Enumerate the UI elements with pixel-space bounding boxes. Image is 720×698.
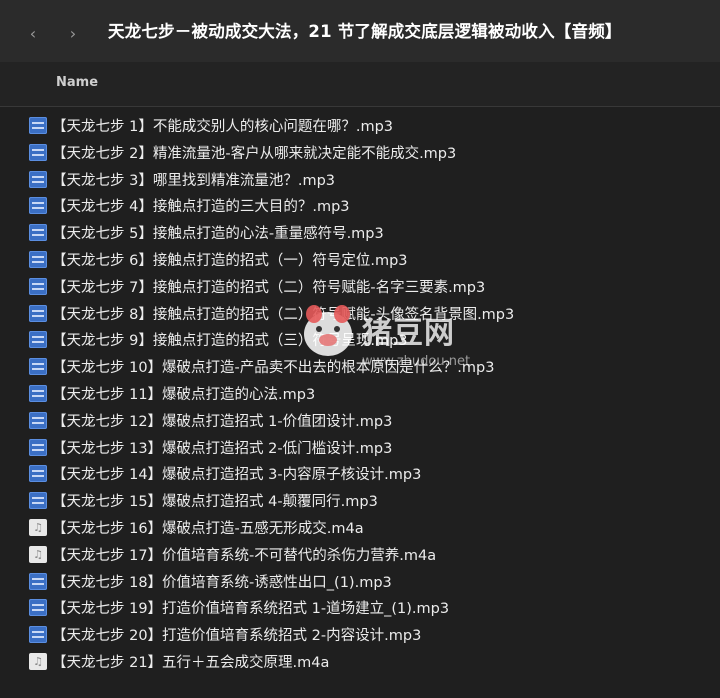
m4a-audio-file-icon: ♫ [29,545,47,563]
file-row[interactable]: 【天龙七步 2】精准流量池-客户从哪来就决定能不能成交.mp3 [0,139,720,166]
file-row[interactable]: 【天龙七步 5】接触点打造的心法-重量感符号.mp3 [0,219,720,246]
mp3-audio-file-icon [29,572,47,590]
file-row[interactable]: 【天龙七步 8】接触点打造的招式（二）符号赋能-头像签名背景图.mp3 [0,300,720,327]
file-name: 【天龙七步 5】接触点打造的心法-重量感符号.mp3 [52,226,384,243]
file-name: 【天龙七步 18】价值培育系统-诱惑性出口_(1).mp3 [52,574,392,591]
file-row[interactable]: ♫ 【天龙七步 21】五行＋五会成交原理.m4a [0,648,720,675]
file-name: 【天龙七步 2】精准流量池-客户从哪来就决定能不能成交.mp3 [52,145,457,162]
file-row[interactable]: 【天龙七步 10】爆破点打造-产品卖不出去的根本原因是什么？.mp3 [0,353,720,380]
file-name: 【天龙七步 20】打造价值培育系统招式 2-内容设计.mp3 [52,628,422,645]
file-row[interactable]: 【天龙七步 14】爆破点打造招式 3-内容原子核设计.mp3 [0,460,720,487]
mp3-audio-file-icon [29,331,47,349]
mp3-audio-file-icon [29,224,47,242]
m4a-audio-file-icon: ♫ [29,652,47,670]
name-column-header[interactable]: Name [56,75,98,90]
mp3-audio-file-icon [29,492,47,510]
mp3-audio-file-icon [29,170,47,188]
file-name: 【天龙七步 4】接触点打造的三大目的？.mp3 [52,199,350,216]
file-name: 【天龙七步 11】爆破点打造的心法.mp3 [52,386,316,403]
file-row[interactable]: 【天龙七步 3】哪里找到精准流量池？.mp3 [0,166,720,193]
file-name: 【天龙七步 16】爆破点打造-五感无形成交.m4a [52,520,364,537]
file-name: 【天龙七步 9】接触点打造的招式（三）符号呈现.mp3 [52,333,408,350]
back-arrow-icon[interactable]: ‹ [22,22,44,44]
mp3-audio-file-icon [29,384,47,402]
file-row[interactable]: 【天龙七步 13】爆破点打造招式 2-低门槛设计.mp3 [0,434,720,461]
file-name: 【天龙七步 14】爆破点打造招式 3-内容原子核设计.mp3 [52,467,422,484]
finder-window: ‹ › 天龙七步－被动成交大法，21 节了解成交底层逻辑被动收入【音频】 Nam… [0,0,720,698]
file-name: 【天龙七步 8】接触点打造的招式（二）符号赋能-头像签名背景图.mp3 [52,306,515,323]
file-name: 【天龙七步 3】哪里找到精准流量池？.mp3 [52,172,335,189]
mp3-audio-file-icon [29,438,47,456]
file-name: 【天龙七步 10】爆破点打造-产品卖不出去的根本原因是什么？.mp3 [52,360,495,377]
file-row[interactable]: 【天龙七步 7】接触点打造的招式（二）符号赋能-名字三要素.mp3 [0,273,720,300]
mp3-audio-file-icon [29,143,47,161]
mp3-audio-file-icon [29,626,47,644]
mp3-audio-file-icon [29,358,47,376]
file-row[interactable]: ♫ 【天龙七步 17】价值培育系统-不可替代的杀伤力营养.m4a [0,541,720,568]
file-row[interactable]: 【天龙七步 19】打造价值培育系统招式 1-道场建立_(1).mp3 [0,594,720,621]
mp3-audio-file-icon [29,197,47,215]
file-list: 【天龙七步 1】不能成交别人的核心问题在哪？.mp3 【天龙七步 2】精准流量池-… [0,112,720,675]
m4a-audio-file-icon: ♫ [29,518,47,536]
mp3-audio-file-icon [29,117,47,134]
forward-arrow-icon[interactable]: › [62,22,84,44]
mp3-audio-file-icon [29,304,47,322]
file-row[interactable]: 【天龙七步 4】接触点打造的三大目的？.mp3 [0,192,720,219]
column-header-bar: Name [0,62,720,107]
file-row[interactable]: ♫ 【天龙七步 16】爆破点打造-五感无形成交.m4a [0,514,720,541]
file-row[interactable]: 【天龙七步 20】打造价值培育系统招式 2-内容设计.mp3 [0,621,720,648]
file-row[interactable]: 【天龙七步 11】爆破点打造的心法.mp3 [0,380,720,407]
mp3-audio-file-icon [29,250,47,268]
file-name: 【天龙七步 7】接触点打造的招式（二）符号赋能-名字三要素.mp3 [52,279,486,296]
mp3-audio-file-icon [29,599,47,617]
file-row[interactable]: 【天龙七步 9】接触点打造的招式（三）符号呈现.mp3 [0,326,720,353]
file-row[interactable]: 【天龙七步 1】不能成交别人的核心问题在哪？.mp3 [0,112,720,139]
file-row[interactable]: 【天龙七步 6】接触点打造的招式（一）符号定位.mp3 [0,246,720,273]
file-name: 【天龙七步 15】爆破点打造招式 4-颠覆同行.mp3 [52,494,378,511]
file-row[interactable]: 【天龙七步 18】价值培育系统-诱惑性出口_(1).mp3 [0,568,720,595]
file-name: 【天龙七步 21】五行＋五会成交原理.m4a [52,654,330,671]
mp3-audio-file-icon [29,411,47,429]
file-name: 【天龙七步 19】打造价值培育系统招式 1-道场建立_(1).mp3 [52,601,450,618]
file-name: 【天龙七步 6】接触点打造的招式（一）符号定位.mp3 [52,252,408,269]
file-row[interactable]: 【天龙七步 15】爆破点打造招式 4-颠覆同行.mp3 [0,487,720,514]
mp3-audio-file-icon [29,277,47,295]
file-name: 【天龙七步 13】爆破点打造招式 2-低门槛设计.mp3 [52,440,393,457]
file-row[interactable]: 【天龙七步 12】爆破点打造招式 1-价值团设计.mp3 [0,407,720,434]
file-name: 【天龙七步 1】不能成交别人的核心问题在哪？.mp3 [52,119,393,135]
window-toolbar: ‹ › 天龙七步－被动成交大法，21 节了解成交底层逻辑被动收入【音频】 [0,0,720,63]
mp3-audio-file-icon [29,465,47,483]
window-title: 天龙七步－被动成交大法，21 节了解成交底层逻辑被动收入【音频】 [108,22,622,41]
file-name: 【天龙七步 12】爆破点打造招式 1-价值团设计.mp3 [52,413,393,430]
file-name: 【天龙七步 17】价值培育系统-不可替代的杀伤力营养.m4a [52,547,437,564]
